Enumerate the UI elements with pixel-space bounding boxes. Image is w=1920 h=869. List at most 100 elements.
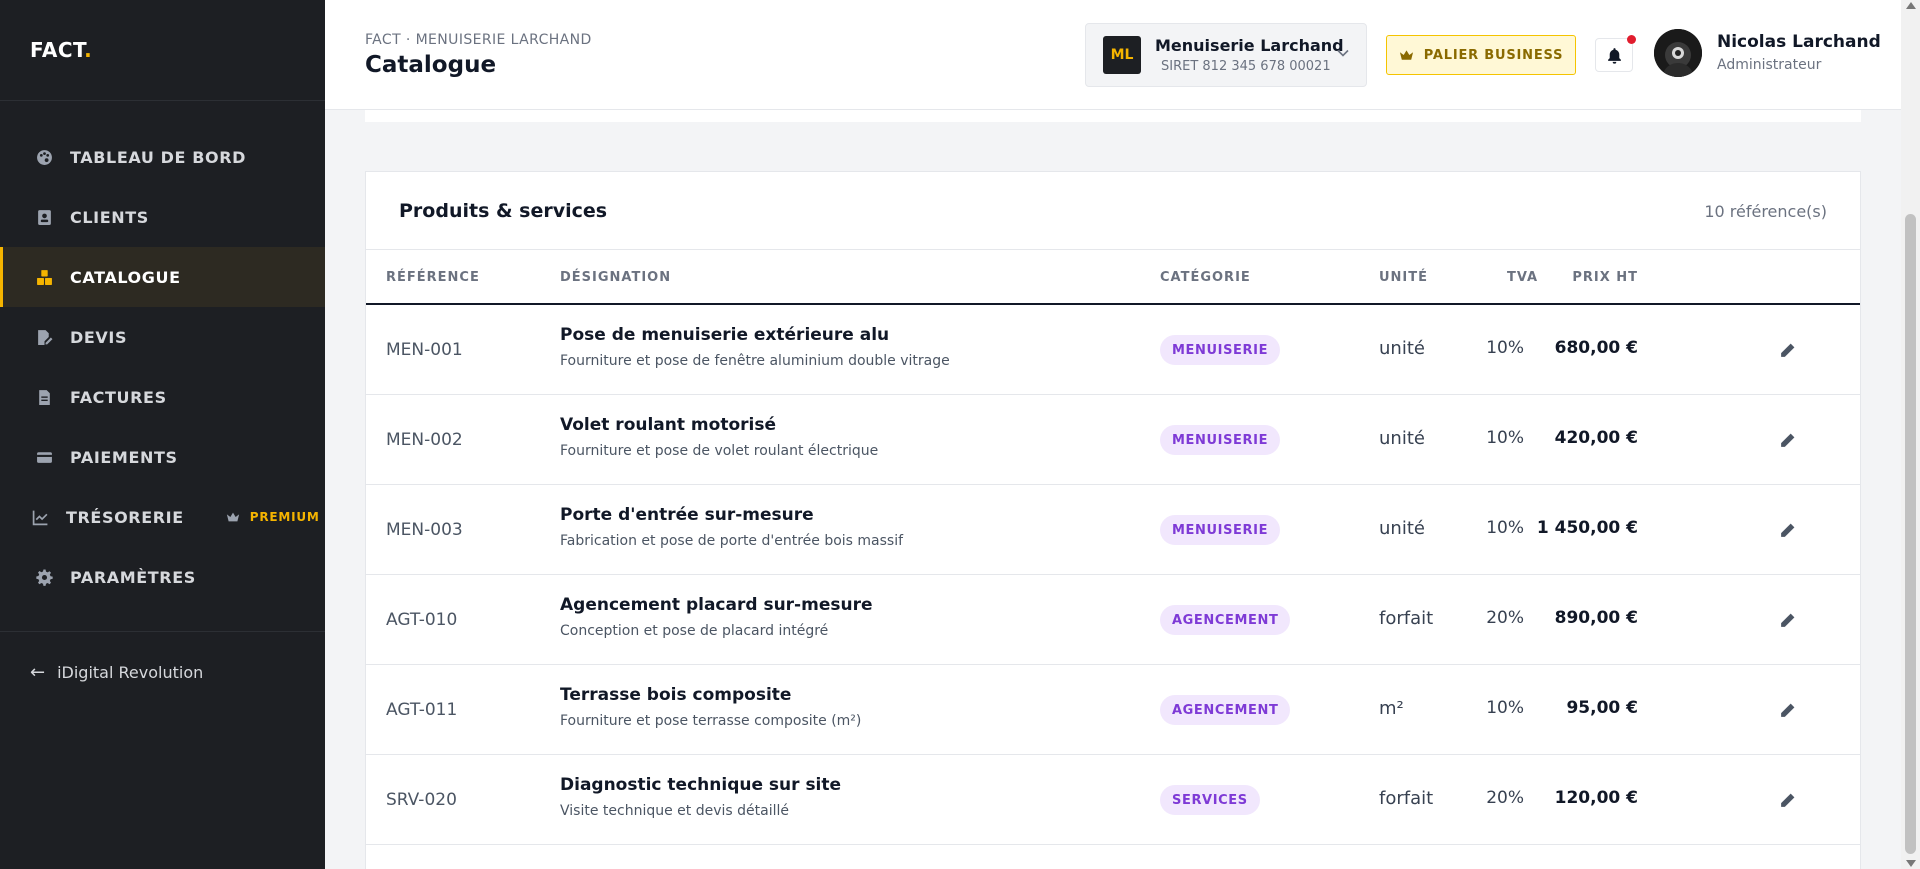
notifications-button[interactable]: [1595, 35, 1636, 72]
tier-badge[interactable]: PALIER BUSINESS: [1386, 35, 1576, 75]
company-name: Menuiserie Larchand: [1155, 36, 1344, 55]
sidebar-item-parametres[interactable]: PARAMÈTRES: [0, 547, 325, 607]
crown-icon: [1399, 50, 1413, 60]
column-header-unite[interactable]: UNITÉ: [1379, 270, 1428, 285]
scrollbar-thumb[interactable]: [1905, 214, 1916, 854]
company-logo: ML: [1103, 36, 1141, 74]
company-selector[interactable]: ML Menuiserie Larchand SIRET 812 345 678…: [1085, 23, 1367, 87]
chart-line-icon: [30, 507, 50, 527]
pencil-icon: [1780, 343, 1794, 357]
table-row[interactable]: MEN-002 Volet roulant motorisé Fournitur…: [366, 395, 1860, 485]
brand-dot: .: [84, 38, 93, 62]
row-reference: SRV-020: [386, 790, 457, 810]
row-price: 120,00 €: [1554, 788, 1638, 808]
category-badge: MENUISERIE: [1160, 425, 1281, 455]
arrow-left-icon: ←: [30, 662, 46, 683]
category-badge: MENUISERIE: [1160, 335, 1281, 365]
column-header-categorie[interactable]: CATÉGORIE: [1160, 270, 1251, 285]
edit-button[interactable]: [1776, 339, 1798, 361]
sidebar-item-devis[interactable]: DEVIS: [0, 307, 325, 367]
sidebar-item-tableau-de-bord[interactable]: TABLEAU DE BORD: [0, 127, 325, 187]
row-price: 680,00 €: [1554, 338, 1638, 358]
edit-button[interactable]: [1776, 699, 1798, 721]
bell-icon: [1607, 47, 1621, 64]
catalog-title: Produits & services: [399, 200, 608, 222]
notification-dot: [1627, 35, 1636, 44]
scroll-down-arrow-icon[interactable]: [1906, 860, 1916, 867]
row-title: Diagnostic technique sur site: [560, 775, 842, 795]
sidebar-item-label: DEVIS: [70, 327, 128, 347]
column-header-reference[interactable]: RÉFÉRENCE: [386, 270, 480, 285]
gear-icon: [34, 567, 54, 587]
row-reference: MEN-003: [386, 520, 463, 540]
brand-logo[interactable]: FACT.: [0, 0, 325, 101]
avatar[interactable]: [1654, 29, 1702, 77]
page-title: Catalogue: [365, 52, 497, 78]
table-row[interactable]: AGT-010 Agencement placard sur-mesure Co…: [366, 575, 1860, 665]
premium-badge-label: PREMIUM: [249, 510, 320, 524]
back-link[interactable]: ← iDigital Revolution: [0, 632, 325, 683]
category-badge: SERVICES: [1160, 785, 1260, 815]
pencil-icon: [1780, 523, 1794, 537]
tier-label: PALIER BUSINESS: [1423, 47, 1564, 63]
edit-button[interactable]: [1776, 789, 1798, 811]
sidebar-item-label: FACTURES: [70, 387, 167, 407]
row-reference: MEN-002: [386, 430, 463, 450]
table-row[interactable]: SRV-020 Diagnostic technique sur site Vi…: [366, 755, 1860, 845]
row-tva: 10%: [1486, 338, 1524, 358]
sidebar-item-factures[interactable]: FACTURES: [0, 367, 325, 427]
user-name: Nicolas Larchand: [1717, 32, 1881, 52]
category-badge: AGENCEMENT: [1160, 695, 1291, 725]
row-description: Visite technique et devis détaillé: [560, 803, 789, 819]
sidebar-item-catalogue[interactable]: CATALOGUE: [0, 247, 325, 307]
row-tva: 10%: [1486, 698, 1524, 718]
column-header-tva[interactable]: TVA: [1507, 270, 1538, 285]
sidebar-item-clients[interactable]: CLIENTS: [0, 187, 325, 247]
sidebar-item-label: CATALOGUE: [70, 267, 181, 287]
sidebar-item-label: PARAMÈTRES: [70, 567, 196, 587]
sidebar-item-label: PAIEMENTS: [70, 447, 178, 467]
address-book-icon: [34, 207, 54, 227]
sidebar: FACT. TABLEAU DE BORD CLIENTS CATALOGUE …: [0, 0, 325, 869]
row-unit: forfait: [1379, 608, 1434, 629]
row-title: Volet roulant motorisé: [560, 415, 776, 435]
top-header: FACT · MENUISERIE LARCHAND Catalogue ML …: [325, 0, 1901, 110]
table-row[interactable]: MEN-001 Pose de menuiserie extérieure al…: [366, 305, 1860, 395]
breadcrumb: FACT · MENUISERIE LARCHAND: [365, 32, 592, 48]
row-unit: unité: [1379, 428, 1425, 449]
category-badge: MENUISERIE: [1160, 515, 1281, 545]
table-row[interactable]: MEN-003 Porte d'entrée sur-mesure Fabric…: [366, 485, 1860, 575]
palette-icon: [34, 147, 54, 167]
catalog-count: 10 référence(s): [1704, 202, 1827, 221]
catalog-card: Produits & services 10 référence(s) RÉFÉ…: [365, 171, 1861, 869]
sidebar-item-paiements[interactable]: PAIEMENTS: [0, 427, 325, 487]
sidebar-item-label: CLIENTS: [70, 207, 149, 227]
row-price: 1 450,00 €: [1536, 518, 1638, 538]
page-scrollbar[interactable]: [1901, 0, 1920, 869]
boxes-icon: [34, 267, 54, 287]
edit-button[interactable]: [1776, 519, 1798, 541]
pencil-icon: [1780, 433, 1794, 447]
row-designation: Agencement placard sur-mesure Conception…: [560, 595, 872, 639]
user-info[interactable]: Nicolas Larchand Administrateur: [1717, 32, 1881, 73]
scroll-up-arrow-icon[interactable]: [1906, 2, 1916, 9]
column-header-designation[interactable]: DÉSIGNATION: [560, 270, 671, 285]
pencil-icon: [1780, 703, 1794, 717]
table-header: RÉFÉRENCE DÉSIGNATION CATÉGORIE UNITÉ PR…: [366, 249, 1860, 305]
sidebar-item-tresorerie[interactable]: TRÉSORERIE PREMIUM: [0, 487, 325, 547]
table-row[interactable]: AGT-011 Terrasse bois composite Fournitu…: [366, 665, 1860, 755]
row-price: 95,00 €: [1566, 698, 1638, 718]
content-strip: [365, 110, 1861, 122]
crown-icon: [226, 512, 239, 522]
row-tva: 10%: [1486, 428, 1524, 448]
back-link-label: iDigital Revolution: [57, 663, 204, 682]
sidebar-nav: TABLEAU DE BORD CLIENTS CATALOGUE DEVIS …: [0, 101, 325, 607]
row-unit: forfait: [1379, 788, 1434, 809]
row-description: Fourniture et pose de volet roulant élec…: [560, 443, 879, 459]
column-header-prix-ht[interactable]: PRIX HT: [1572, 270, 1638, 285]
edit-button[interactable]: [1776, 609, 1798, 631]
row-reference: MEN-001: [386, 340, 463, 360]
row-description: Fourniture et pose terrasse composite (m…: [560, 713, 862, 729]
edit-button[interactable]: [1776, 429, 1798, 451]
row-designation: Volet roulant motorisé Fourniture et pos…: [560, 415, 878, 459]
